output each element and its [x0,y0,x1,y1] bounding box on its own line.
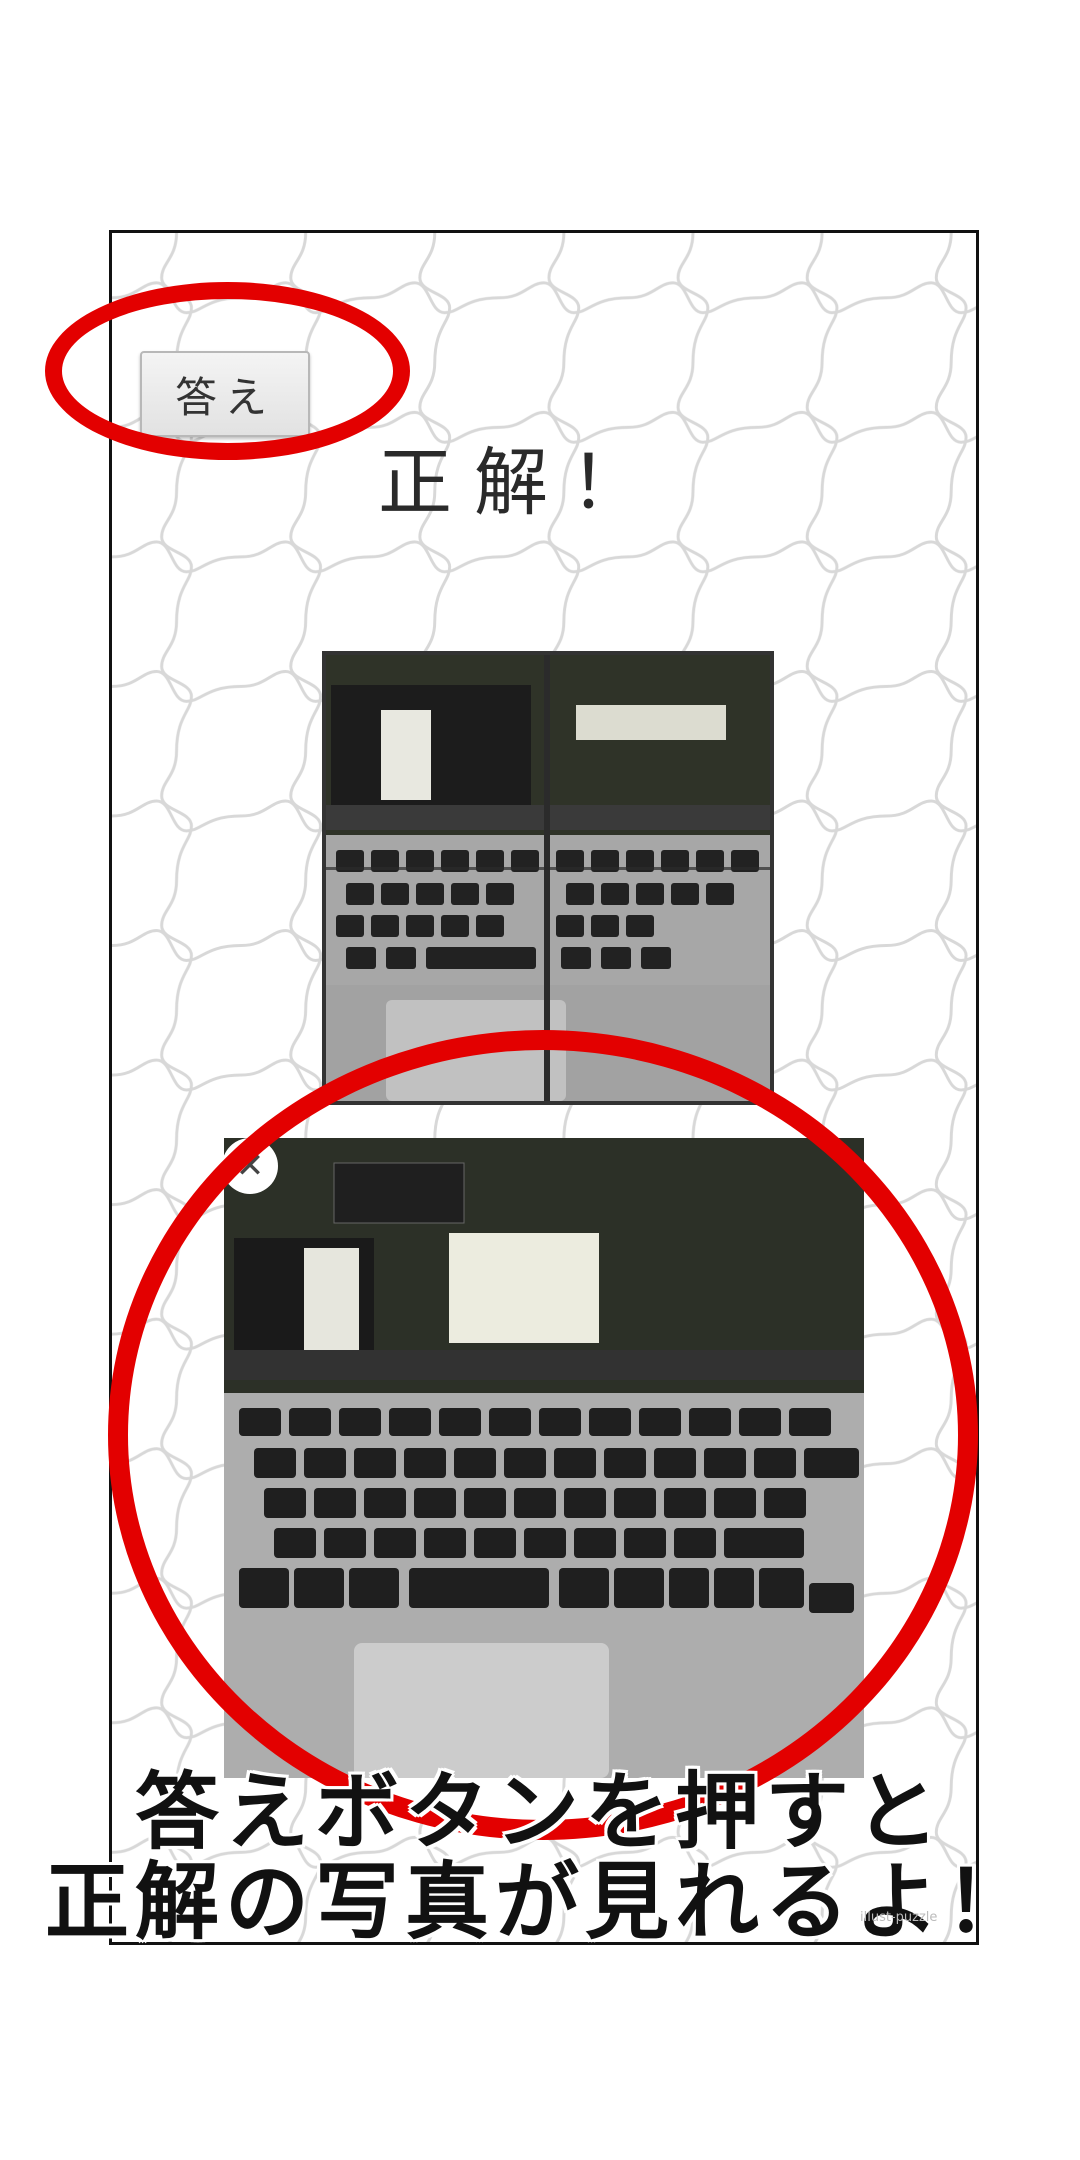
highlight-ring-answer-photo [108,1030,978,1840]
caption-line-1: 答えボタンを押すと [134,1763,945,1861]
watermark: illust-puzzle [860,1910,938,1925]
caption-line-2: 正解の写真が見れるよ！ [44,1853,1035,1951]
correct-result-text: 正解！ [378,440,666,526]
highlight-ring-answer-button [45,282,410,460]
puzzle-divider-horizontal [326,867,770,870]
